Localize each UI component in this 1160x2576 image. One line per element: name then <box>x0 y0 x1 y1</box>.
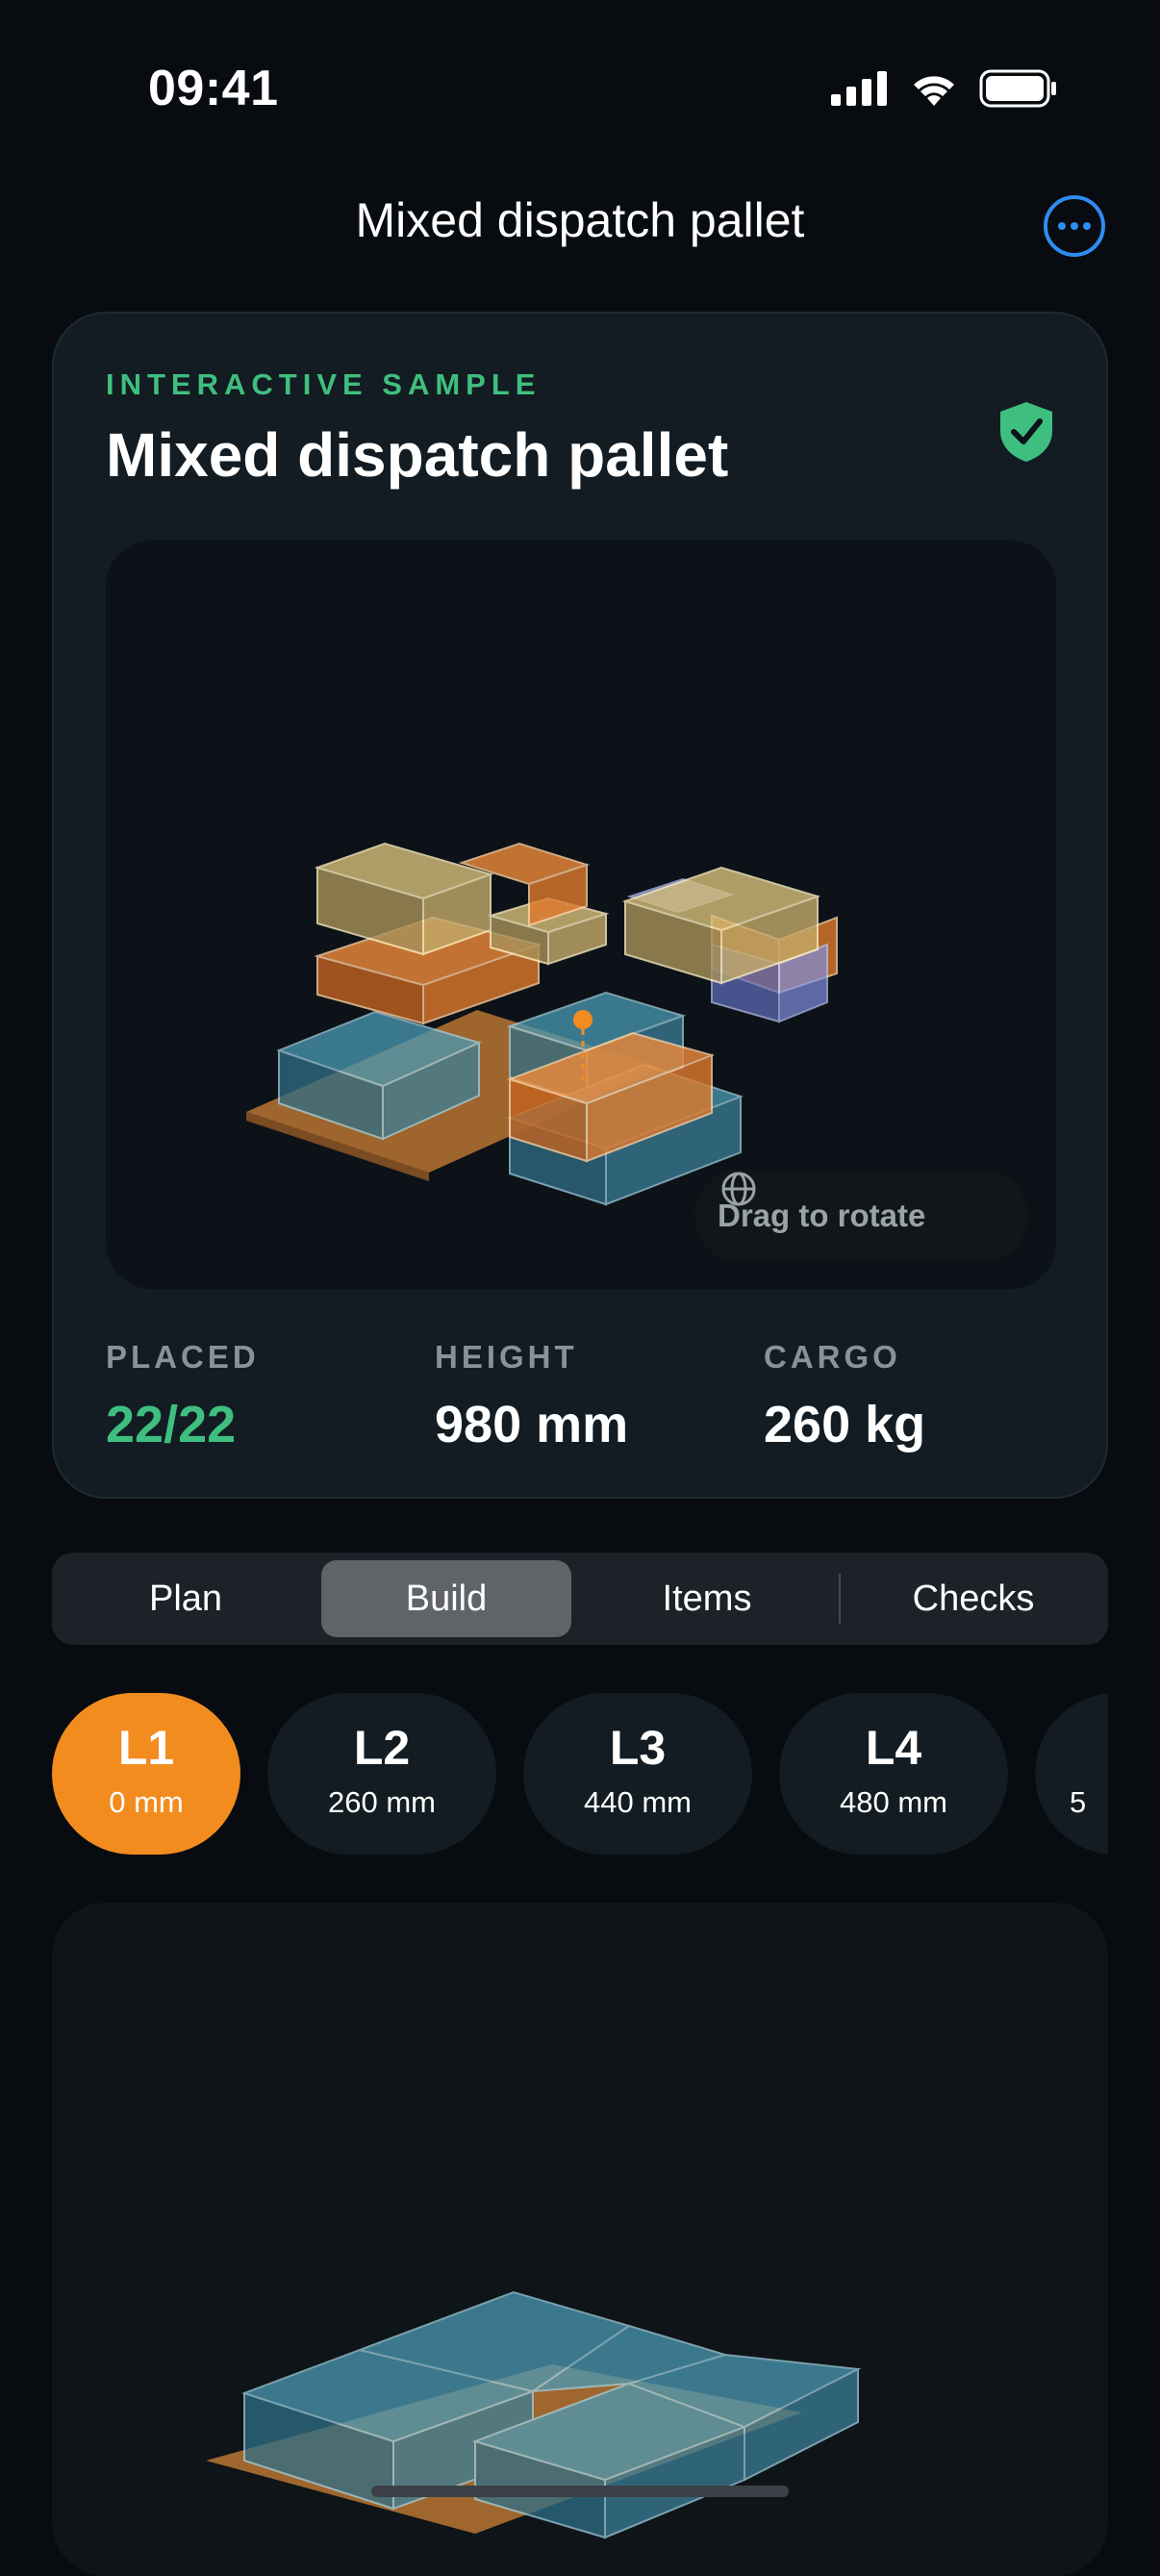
stat-placed: PLACED 22/22 <box>106 1339 260 1454</box>
layer-chip-height: 480 mm <box>840 1785 947 1819</box>
status-time: 09:41 <box>148 61 279 116</box>
stat-value: 980 mm <box>435 1396 629 1453</box>
pallet-3d-viewer[interactable]: Drag to rotate <box>106 541 1056 1289</box>
wifi-icon <box>914 76 954 106</box>
layer-chip-l1[interactable]: L1 0 mm <box>52 1693 240 1855</box>
layer-chip-l2[interactable]: L2 260 mm <box>267 1693 496 1855</box>
layer-selector: L1 0 mm L2 260 mm L3 440 mm L4 480 mm L5… <box>52 1693 1108 1856</box>
stat-value: 22/22 <box>106 1396 237 1453</box>
status-bar: 09:41 <box>0 0 1160 183</box>
layer-chip-name: L4 <box>865 1721 922 1775</box>
tab-checks[interactable]: Checks <box>846 1560 1100 1637</box>
globe-icon <box>721 1172 756 1206</box>
status-icons <box>831 69 1058 108</box>
stat-height: HEIGHT 980 mm <box>435 1339 628 1454</box>
drag-to-rotate-hint: Drag to rotate <box>694 1170 1027 1262</box>
nav-title: Mixed dispatch pallet <box>355 193 805 247</box>
more-options-icon[interactable] <box>1043 194 1106 258</box>
layer-chip-l4[interactable]: L4 480 mm <box>779 1693 1008 1855</box>
layer-chip-name: L1 <box>117 1721 175 1775</box>
shield-check-icon <box>1000 402 1052 462</box>
stat-label: PLACED <box>106 1339 260 1375</box>
layer-chip-height: 440 mm <box>584 1785 692 1819</box>
tab-items[interactable]: Items <box>581 1560 833 1637</box>
tab-plan[interactable]: Plan <box>60 1560 312 1637</box>
card-eyebrow: INTERACTIVE SAMPLE <box>106 367 542 401</box>
layer-chip-name: L2 <box>353 1721 411 1775</box>
layer-chip-l5[interactable]: L5 5 <box>1035 1693 1108 1855</box>
home-indicator[interactable] <box>371 2486 789 2497</box>
card-title: Mixed dispatch pallet <box>106 420 729 490</box>
segment-divider <box>839 1574 841 1624</box>
layer-chip-height: 260 mm <box>328 1785 436 1819</box>
tab-build[interactable]: Build <box>321 1560 571 1637</box>
layer-chip-l3[interactable]: L3 440 mm <box>523 1693 752 1855</box>
layer-chip-height: 5 <box>1070 1785 1087 1819</box>
stat-value: 260 kg <box>764 1396 926 1453</box>
battery-icon <box>979 69 1056 108</box>
stat-label: HEIGHT <box>435 1339 578 1375</box>
stat-cargo: CARGO 260 kg <box>764 1339 925 1454</box>
layer-1-render <box>206 2290 862 2539</box>
center-of-gravity-marker <box>573 1010 593 1029</box>
stat-label: CARGO <box>764 1339 901 1375</box>
cellular-signal-icon <box>831 71 887 106</box>
layer-preview-panel[interactable] <box>52 1903 1108 2576</box>
pallet-summary-card: INTERACTIVE SAMPLE Mixed dispatch pallet <box>52 312 1108 1499</box>
layer-chip-height: 0 mm <box>109 1785 184 1819</box>
layer-chip-name: L5 <box>1035 1720 1108 1776</box>
layer-chip-name: L3 <box>609 1721 667 1775</box>
view-segmented-control: Plan Build Items Checks <box>52 1553 1108 1645</box>
